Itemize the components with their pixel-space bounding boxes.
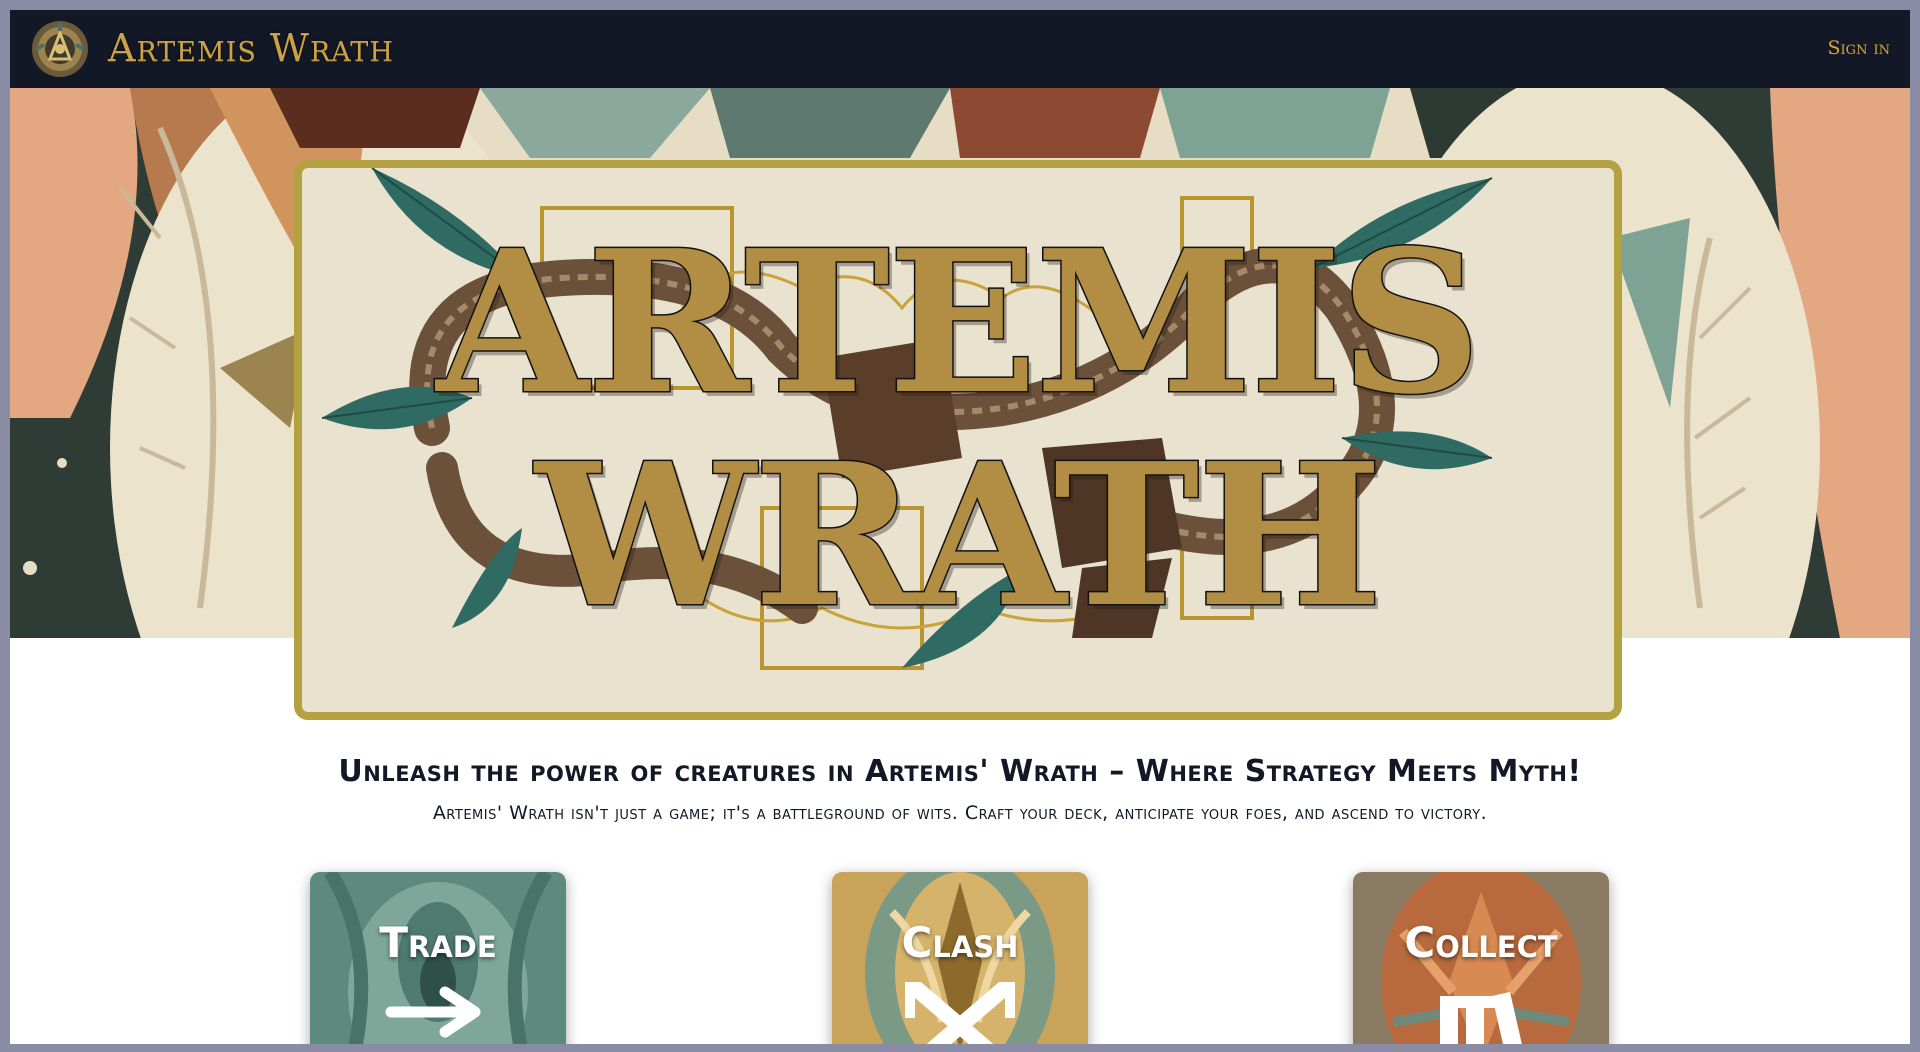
clash-card-title: Clash xyxy=(901,918,1019,967)
page: Artemis Wrath Sign in ARTEMIS WRATH Unle… xyxy=(10,10,1910,1044)
trade-card[interactable]: Trade xyxy=(310,872,566,1044)
banner-title-line-2: WRATH xyxy=(534,421,1384,651)
top-navbar: Artemis Wrath Sign in xyxy=(10,10,1910,88)
banner-title-line-1: ARTEMIS xyxy=(435,208,1483,438)
brand-title[interactable]: Artemis Wrath xyxy=(108,26,394,70)
card-stack-icon xyxy=(1440,992,1522,1044)
intro-subline: Artemis' Wrath isn't just a game; it's a… xyxy=(432,802,1488,824)
trade-card-title: Trade xyxy=(379,918,497,967)
arrow-right-icon xyxy=(385,986,481,1038)
hero-banner: ARTEMIS WRATH xyxy=(294,160,1622,720)
intro-headline: Unleash the power of creatures in Artemi… xyxy=(338,754,1582,789)
collect-card-title: Collect xyxy=(1404,918,1558,967)
sign-in-link[interactable]: Sign in xyxy=(1828,37,1890,59)
crest-emblem-icon[interactable] xyxy=(30,19,90,79)
clash-card[interactable]: Clash xyxy=(832,872,1088,1044)
collect-card[interactable]: Collect xyxy=(1353,872,1609,1044)
crossed-swords-icon xyxy=(905,982,1015,1044)
